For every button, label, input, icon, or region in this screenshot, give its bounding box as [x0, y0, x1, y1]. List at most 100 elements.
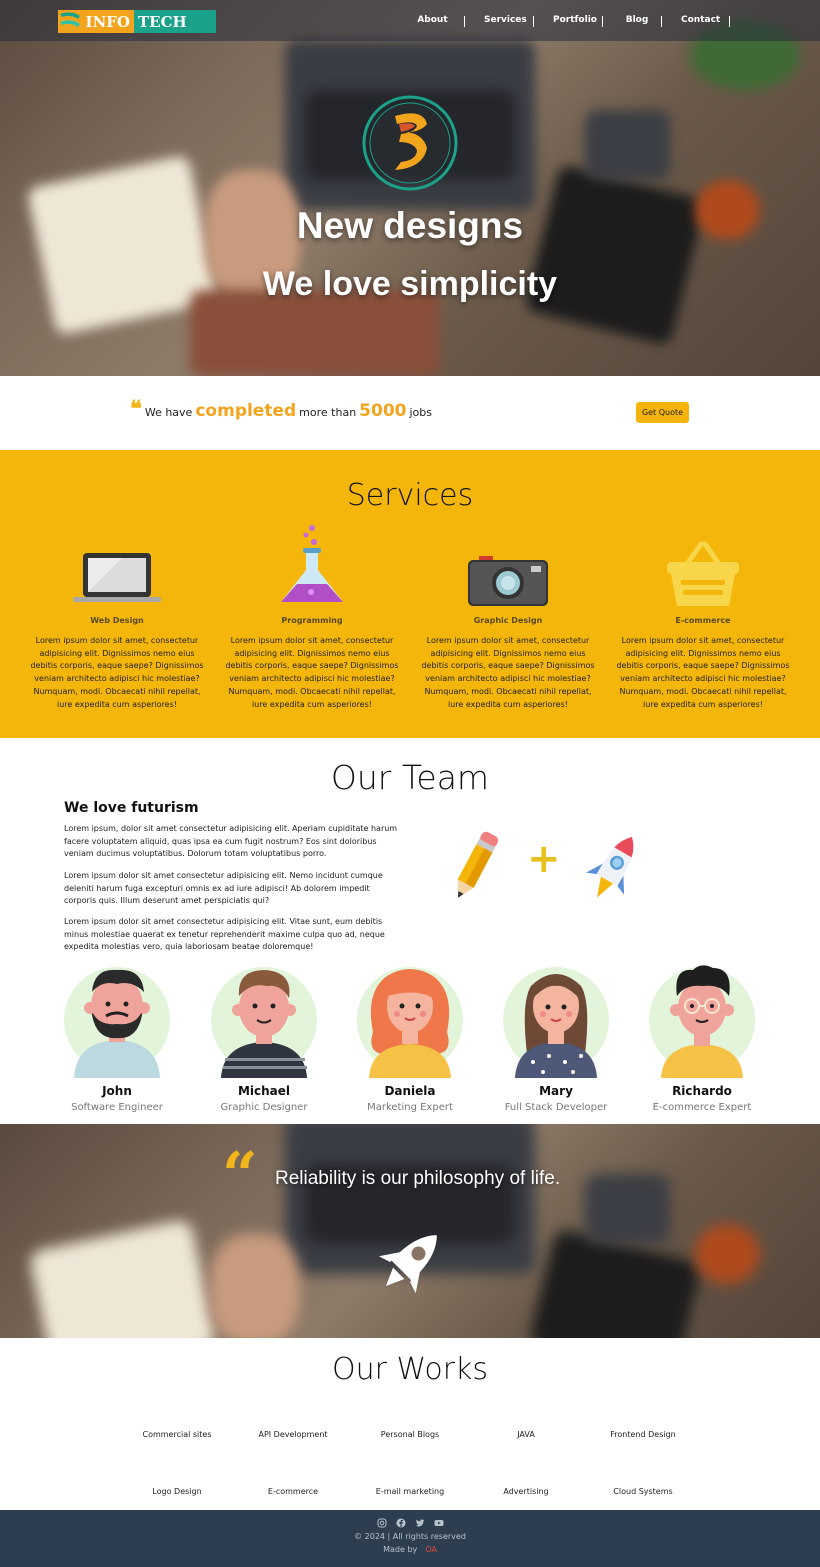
nav-separator	[729, 16, 730, 27]
social-icons	[0, 1518, 820, 1528]
avatar	[356, 967, 463, 1078]
service-card-ecommerce: E-commerce Lorem ipsum dolor sit amet, c…	[608, 541, 798, 711]
camera-icon	[468, 556, 548, 606]
plus-sign: +	[527, 836, 561, 882]
work-item[interactable]: API Development	[233, 1430, 353, 1439]
team-paragraph: Lorem ipsum dolor sit amet consectetur a…	[64, 871, 383, 906]
work-item[interactable]: Advertising	[466, 1487, 586, 1496]
member-name: Richardo	[672, 1084, 732, 1098]
services-title: Services	[346, 478, 474, 513]
avatar	[210, 967, 317, 1078]
work-item[interactable]: Frontend Design	[583, 1430, 703, 1439]
philosophy-band: “ Reliability is our philosophy of life.	[0, 1124, 820, 1338]
avatar	[648, 965, 755, 1078]
nav-separator	[602, 16, 603, 27]
band-bg-hand	[210, 1234, 300, 1338]
twitter-icon[interactable]	[415, 1518, 425, 1528]
works-section: Our Works Commercial sites API Developme…	[0, 1338, 820, 1510]
service-name: Web Design	[90, 616, 144, 625]
service-name: E-commerce	[675, 616, 731, 625]
member-name: John	[102, 1084, 132, 1098]
rocket-icon	[585, 836, 634, 898]
service-card-graphic-design: Graphic Design Lorem ipsum dolor sit ame…	[413, 542, 603, 711]
nav-separator	[661, 16, 662, 27]
services-section: Services Web Design Lorem ipsum dolor si…	[0, 450, 820, 738]
service-card-programming: Programming Lorem ipsum dolor sit amet, …	[217, 525, 407, 711]
work-item[interactable]: E-mail marketing	[350, 1487, 470, 1496]
member-role: E-commerce Expert	[652, 1102, 752, 1113]
main-nav: About Services Portfolio Blog Contact	[410, 15, 730, 27]
logo-mark-icon	[60, 12, 80, 27]
team-subtitle: We love futurism	[64, 800, 199, 816]
footer: © 2024 | All rights reserved Made by OA	[0, 1510, 820, 1567]
avatar	[502, 967, 609, 1078]
made-by-label: Made by	[383, 1545, 418, 1554]
stats-number: 5000	[359, 401, 407, 421]
work-item[interactable]: Personal Blogs	[350, 1430, 470, 1439]
stats-line: ❝ We have completed more than 5000 jobs	[130, 398, 432, 421]
member-role: Graphic Designer	[220, 1102, 308, 1113]
made-by-name[interactable]: OA	[425, 1545, 437, 1554]
nav-about[interactable]: About	[410, 15, 455, 27]
stats-bar: ❝ We have completed more than 5000 jobs …	[0, 376, 820, 450]
hero-title: New designs	[296, 205, 524, 246]
work-item[interactable]: Logo Design	[117, 1487, 237, 1496]
youtube-icon[interactable]	[434, 1518, 444, 1528]
nav-services[interactable]: Services	[484, 15, 527, 27]
member-name: Michael	[237, 1084, 291, 1098]
band-bg-tablet	[527, 1227, 703, 1338]
service-desc: Lorem ipsum dolor sit amet, consectetur …	[225, 636, 399, 709]
copyright-text: © 2024 | All rights reserved	[354, 1532, 466, 1541]
nav-contact[interactable]: Contact	[681, 15, 720, 27]
stats-highlight: completed	[195, 401, 297, 421]
logo-part-2: TECH	[134, 10, 216, 33]
quote-icon: “	[222, 1138, 258, 1211]
service-desc: Lorem ipsum dolor sit amet, consectetur …	[616, 636, 790, 709]
team-member-michael: Michael Graphic Designer	[194, 962, 334, 1113]
nav-portfolio[interactable]: Portfolio	[553, 15, 597, 27]
team-section: Our Team We love futurism Lorem ipsum, d…	[0, 738, 820, 1124]
team-paragraph: Lorem ipsum dolor sit amet consectetur a…	[64, 917, 385, 952]
hero-emblem-icon	[362, 95, 458, 191]
service-card-web-design: Web Design Lorem ipsum dolor sit amet, c…	[22, 542, 212, 711]
site-logo[interactable]: INFO TECH	[58, 10, 216, 33]
quote-icon: ❝	[130, 396, 142, 422]
member-role: Marketing Expert	[367, 1102, 453, 1113]
band-bg-cup	[695, 1224, 760, 1284]
band-bg-camera	[585, 1174, 670, 1244]
hero-section: INFO TECH About Services Portfolio Blog …	[0, 0, 820, 376]
member-role: Full Stack Developer	[504, 1102, 608, 1113]
work-item[interactable]: Cloud Systems	[583, 1487, 703, 1496]
philosophy-text: Reliability is our philosophy of life.	[275, 1168, 561, 1189]
nav-separator	[464, 16, 465, 27]
nav-blog[interactable]: Blog	[622, 15, 652, 27]
works-title: Our Works	[331, 1352, 489, 1387]
service-desc: Lorem ipsum dolor sit amet, consectetur …	[421, 636, 595, 709]
member-name: Mary	[539, 1084, 573, 1098]
team-paragraph: Lorem ipsum, dolor sit amet consectetur …	[64, 824, 398, 859]
work-item[interactable]: Commercial sites	[117, 1430, 237, 1439]
made-by: Made by OA	[0, 1545, 820, 1554]
get-quote-button[interactable]: Get Quote	[636, 402, 689, 423]
rocket-icon	[378, 1235, 437, 1294]
pencil-icon	[457, 831, 499, 898]
team-member-mary: Mary Full Stack Developer	[486, 962, 626, 1113]
stats-prefix: We have	[144, 406, 193, 419]
hero-bg-tablet	[524, 164, 706, 346]
navbar: INFO TECH About Services Portfolio Blog …	[0, 0, 820, 41]
nav-separator	[533, 16, 534, 27]
flask-icon	[281, 525, 343, 602]
service-name: Graphic Design	[473, 616, 543, 625]
laptop-icon	[73, 553, 161, 602]
instagram-icon[interactable]	[377, 1518, 387, 1528]
service-name: Programming	[281, 616, 343, 625]
facebook-icon[interactable]	[396, 1518, 406, 1528]
work-item[interactable]: JAVA	[466, 1430, 586, 1439]
hero-subtitle: We love simplicity	[262, 265, 558, 303]
avatar	[63, 967, 170, 1078]
service-desc: Lorem ipsum dolor sit amet, consectetur …	[30, 636, 204, 709]
team-member-daniela: Daniela Marketing Expert	[340, 962, 480, 1113]
work-item[interactable]: E-commerce	[233, 1487, 353, 1496]
band-bg-notebook	[28, 1218, 217, 1338]
hero-bg-camera	[585, 110, 670, 180]
